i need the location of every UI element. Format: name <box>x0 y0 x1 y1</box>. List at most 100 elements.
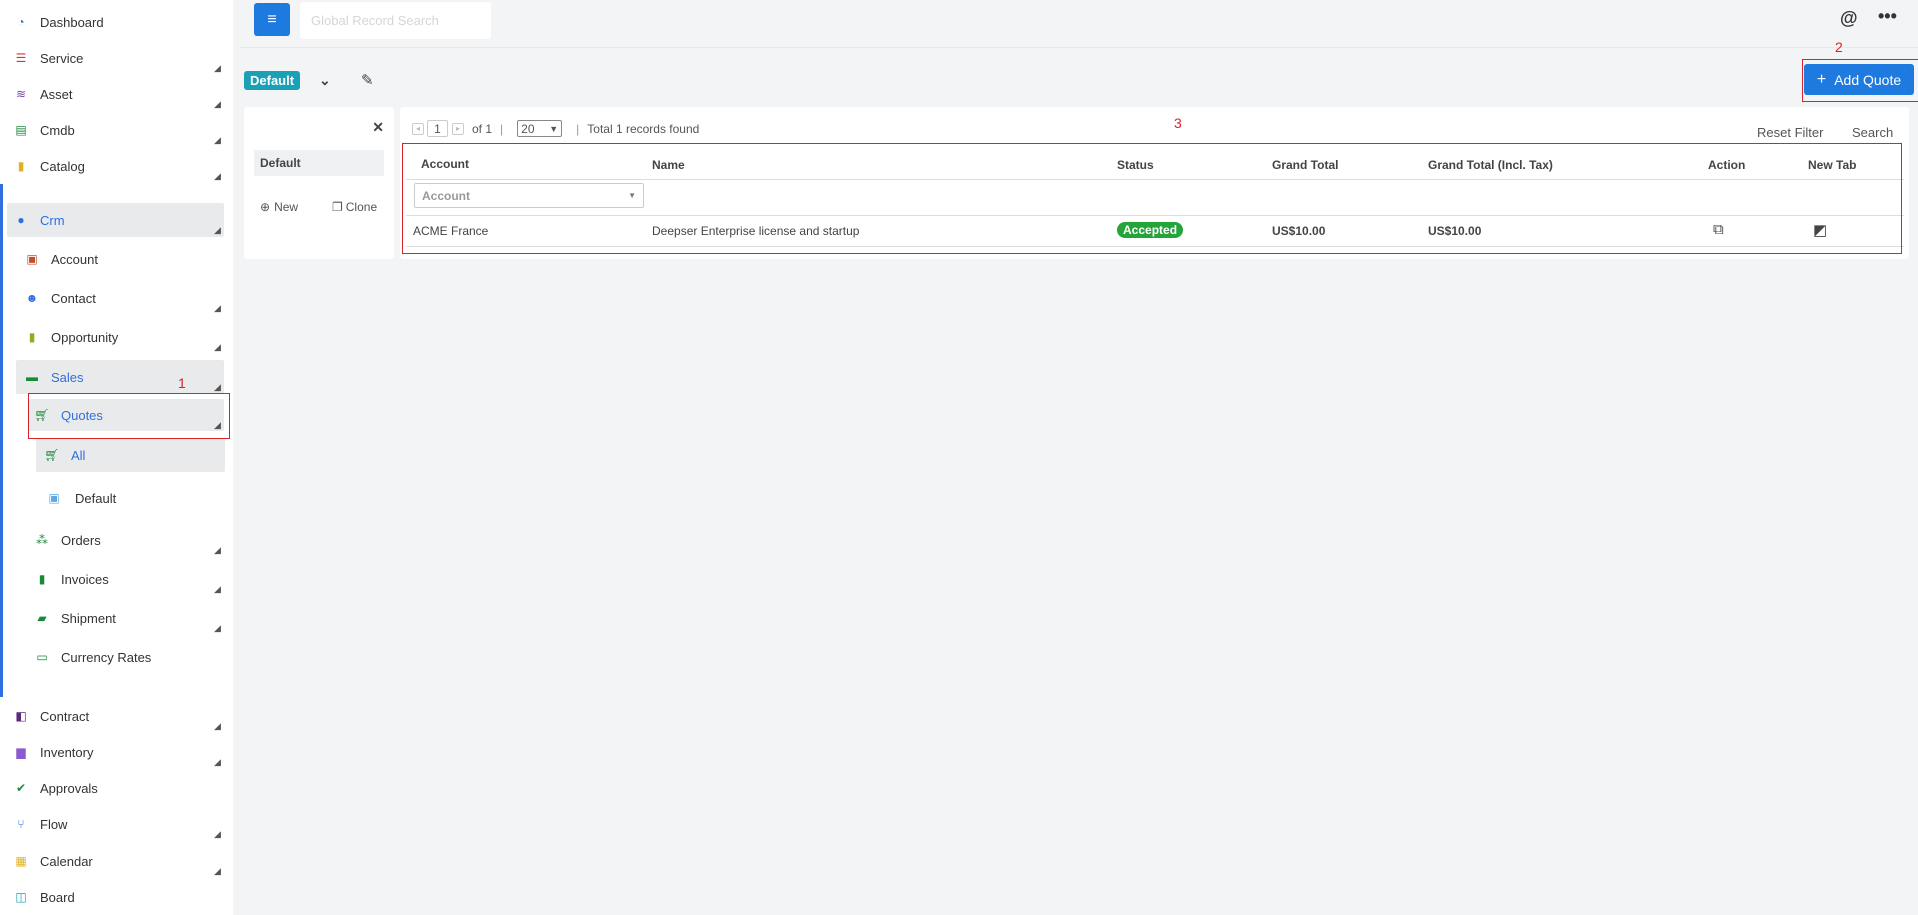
expand-caret-icon[interactable]: ◢ <box>214 721 224 731</box>
sidebar-item-default[interactable]: ▣ Default <box>45 481 224 515</box>
expand-caret-icon[interactable]: ◢ <box>214 757 224 767</box>
more-options-icon[interactable]: ••• <box>1878 6 1897 27</box>
menu-toggle-button[interactable]: ≡ <box>254 3 290 36</box>
view-badge[interactable]: Default <box>244 71 301 90</box>
sidebar-item-cmdb[interactable]: ▤ Cmdb ◢ <box>14 113 224 147</box>
sidebar-item-label: Account <box>51 251 98 267</box>
sidebar-item-label: Service <box>40 50 84 66</box>
sidebar-item-label: Contract <box>40 708 90 724</box>
sidebar-item-all[interactable]: 🛒︎ All <box>44 438 224 472</box>
clone-filter-label: Clone <box>345 200 378 214</box>
saved-filter-panel: ✕ Default ⊕ New ❐ Clone <box>244 107 394 259</box>
next-page-icon[interactable]: ▸ <box>452 122 464 135</box>
sidebar-item-service[interactable]: ☰ Service ◢ <box>14 41 224 75</box>
select-arrow-icon: ▼ <box>549 123 559 134</box>
monitor-icon: ▣ <box>48 491 60 505</box>
sidebar-item-board[interactable]: ◫ Board <box>14 880 224 914</box>
sidebar-item-currency-rates[interactable]: ▭ Currency Rates <box>35 640 224 674</box>
annotation-number-1: 1 <box>178 375 186 391</box>
sidebar-item-inventory[interactable]: ▆ Inventory ◢ <box>14 735 224 769</box>
annotation-box-3 <box>402 143 1902 254</box>
grid-panel: ◂ 1 ▸ of 1 | 20 ▼ | Total 1 records foun… <box>400 107 1909 259</box>
expand-caret-icon[interactable]: ◢ <box>214 829 224 839</box>
edit-icon[interactable]: ✎ <box>361 71 374 89</box>
cart-icon: 🛒︎ <box>44 448 60 462</box>
expand-caret-icon[interactable]: ◢ <box>214 382 224 392</box>
page-number-input[interactable]: 1 <box>427 120 448 137</box>
clipboard-icon: ▮ <box>17 159 25 173</box>
page-size-value: 20 <box>521 121 535 136</box>
search-link[interactable]: Search <box>1852 125 1893 140</box>
sidebar-item-label: Dashboard <box>40 14 104 30</box>
expand-caret-icon[interactable]: ◢ <box>214 171 224 181</box>
expand-caret-icon[interactable]: ◢ <box>214 623 224 633</box>
cubes-icon: ⁂ <box>36 533 48 547</box>
reset-filter-link[interactable]: Reset Filter <box>1757 125 1823 140</box>
sidebar-item-label: Currency Rates <box>61 649 152 665</box>
sidebar-item-label: Crm <box>40 212 65 228</box>
pagination: ◂ 1 ▸ of 1 | 20 ▼ | Total 1 records foun… <box>412 120 699 137</box>
sidebar-item-shipment[interactable]: ▰ Shipment ◢ <box>35 601 224 635</box>
database-icon: ▤ <box>15 123 27 137</box>
expand-caret-icon[interactable]: ◢ <box>214 63 224 73</box>
sidebar-item-opportunity[interactable]: ▮ Opportunity ◢ <box>25 320 224 354</box>
global-search-input[interactable] <box>300 2 491 39</box>
sidebar-item-sales[interactable]: ▬ Sales ◢ <box>25 360 224 394</box>
saved-filter-default[interactable]: Default <box>254 150 384 176</box>
expand-caret-icon[interactable]: ◢ <box>214 584 224 594</box>
sidebar-item-label: Default <box>75 490 117 506</box>
sidebar-item-approvals[interactable]: ✔ Approvals <box>14 771 224 805</box>
sidebar-item-invoices[interactable]: ▮ Invoices ◢ <box>35 562 224 596</box>
expand-caret-icon[interactable]: ◢ <box>214 866 224 876</box>
wifi-icon: ≋ <box>15 87 27 101</box>
check-circle-icon: ✔ <box>15 781 27 795</box>
sidebar-item-crm[interactable]: ● Crm ◢ <box>14 203 224 237</box>
new-filter-label: New <box>274 200 299 214</box>
sidebar-item-dashboard[interactable]: ◔ Dashboard <box>14 5 224 39</box>
sidebar-item-label: Flow <box>40 816 68 832</box>
chevron-down-icon[interactable]: ⌄ <box>319 72 331 89</box>
sidebar-item-orders[interactable]: ⁂ Orders ◢ <box>35 523 224 557</box>
expand-caret-icon[interactable]: ◢ <box>214 99 224 109</box>
annotation-box-2 <box>1802 59 1918 102</box>
page-count: of 1 <box>472 121 493 136</box>
hamburger-icon: ≡ <box>267 10 277 28</box>
dashboard-icon: ◔ <box>17 15 25 29</box>
new-filter-button[interactable]: ⊕ New <box>260 200 298 214</box>
sidebar-item-label: Orders <box>61 532 101 548</box>
sidebar-item-flow[interactable]: ⑂ Flow ◢ <box>14 807 224 841</box>
clone-filter-button[interactable]: ❐ Clone <box>332 200 377 214</box>
expand-caret-icon[interactable]: ◢ <box>214 135 224 145</box>
close-icon[interactable]: ✕ <box>372 119 384 136</box>
sidebar-item-asset[interactable]: ≋ Asset ◢ <box>14 77 224 111</box>
money-icon: ▭ <box>36 650 48 664</box>
truck-icon: ▰ <box>37 611 47 625</box>
expand-caret-icon[interactable]: ◢ <box>214 303 224 313</box>
prev-page-icon[interactable]: ◂ <box>412 122 424 135</box>
sidebar: ◔ Dashboard ☰ Service ◢ ≋ Asset ◢ ▤ Cmdb… <box>0 0 233 915</box>
total-records: Total 1 records found <box>587 121 700 136</box>
sidebar-item-label: Catalog <box>40 158 85 174</box>
mention-icon[interactable]: @ <box>1840 8 1858 29</box>
service-icon: ☰ <box>15 51 27 65</box>
sidebar-item-contract[interactable]: ◧ Contract ◢ <box>14 699 224 733</box>
building-icon: ▣ <box>26 252 38 266</box>
expand-caret-icon[interactable]: ◢ <box>214 225 224 235</box>
expand-caret-icon[interactable]: ◢ <box>214 545 224 555</box>
plus-circle-icon: ⊕ <box>260 200 271 214</box>
sidebar-item-label: Shipment <box>61 610 116 626</box>
sidebar-item-catalog[interactable]: ▮ Catalog ◢ <box>14 149 224 183</box>
user-icon: ● <box>17 213 25 227</box>
file-icon: ▮ <box>28 330 36 344</box>
invoice-icon: ▮ <box>38 572 46 586</box>
top-bar: ≡ @ ••• <box>240 0 1918 48</box>
sidebar-item-label: Board <box>40 889 75 905</box>
sidebar-item-calendar[interactable]: ▦ Calendar ◢ <box>14 844 224 878</box>
sidebar-item-label: Inventory <box>40 744 94 760</box>
board-icon: ◫ <box>15 890 27 904</box>
store-icon: ▬ <box>26 370 38 384</box>
sidebar-item-account[interactable]: ▣ Account <box>25 242 224 276</box>
sidebar-item-contact[interactable]: ☻ Contact ◢ <box>25 281 224 315</box>
page-size-select[interactable]: 20 ▼ <box>517 120 563 137</box>
expand-caret-icon[interactable]: ◢ <box>214 342 224 352</box>
